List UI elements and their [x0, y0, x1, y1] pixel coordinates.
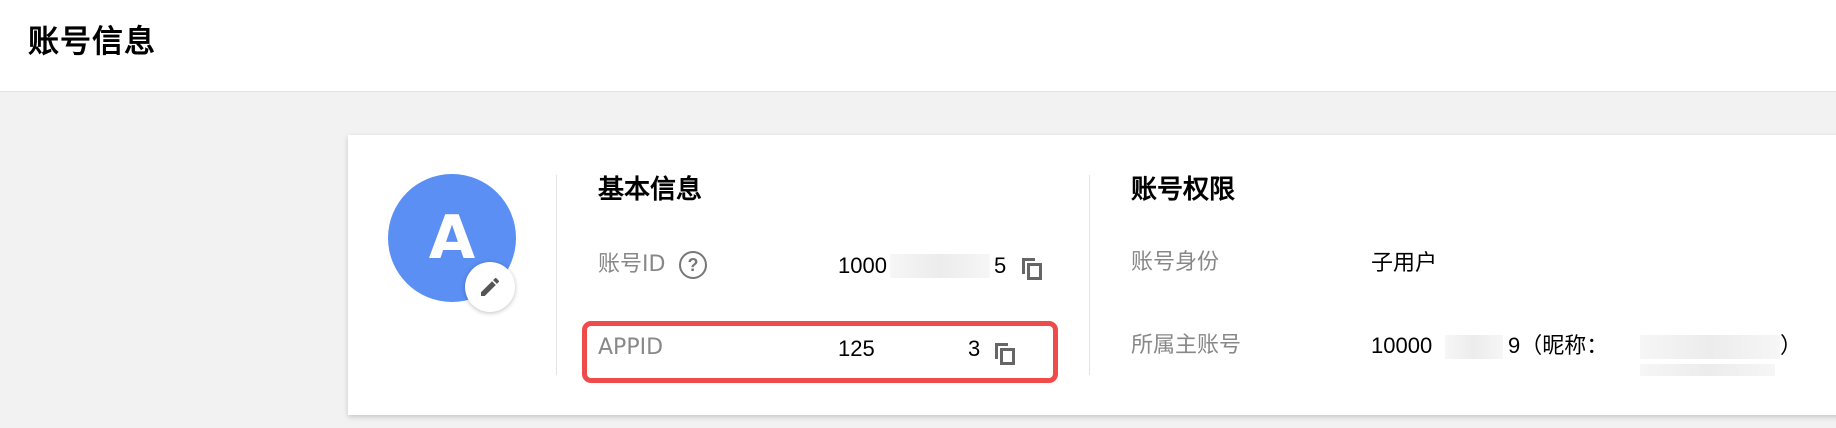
account-info-card: A 基本信息 账号ID ? 1000 5 APPID 125 3 账号权限 账号… — [348, 135, 1836, 415]
avatar-letter: A — [428, 203, 476, 273]
copy-icon[interactable] — [1020, 256, 1044, 282]
header-bar: 账号信息 — [0, 0, 1836, 92]
page-title: 账号信息 — [28, 24, 156, 60]
appid-highlight-box — [582, 321, 1058, 383]
account-id-value-prefix: 1000 — [838, 253, 887, 278]
owner-account-value-suffix: 9（昵称： — [1508, 333, 1609, 358]
pencil-icon — [481, 277, 500, 296]
account-id-redacted — [890, 254, 990, 278]
account-id-label: 账号ID — [598, 252, 666, 277]
help-icon[interactable]: ? — [679, 251, 707, 279]
permissions-title: 账号权限 — [1131, 175, 1236, 205]
owner-account-redacted — [1445, 335, 1503, 359]
divider — [556, 175, 557, 375]
account-id-value-suffix: 5 — [994, 253, 1007, 278]
owner-account-close-paren: ） — [1780, 333, 1803, 358]
avatar-edit-button[interactable] — [465, 262, 515, 312]
identity-label: 账号身份 — [1131, 250, 1220, 275]
owner-nickname-redacted — [1640, 364, 1775, 376]
basic-info-title: 基本信息 — [598, 175, 703, 205]
identity-value: 子用户 — [1371, 250, 1438, 275]
owner-nickname-redacted — [1640, 335, 1780, 359]
divider — [1089, 175, 1090, 375]
owner-account-value-prefix: 10000 — [1371, 333, 1433, 358]
owner-account-label: 所属主账号 — [1131, 333, 1242, 358]
